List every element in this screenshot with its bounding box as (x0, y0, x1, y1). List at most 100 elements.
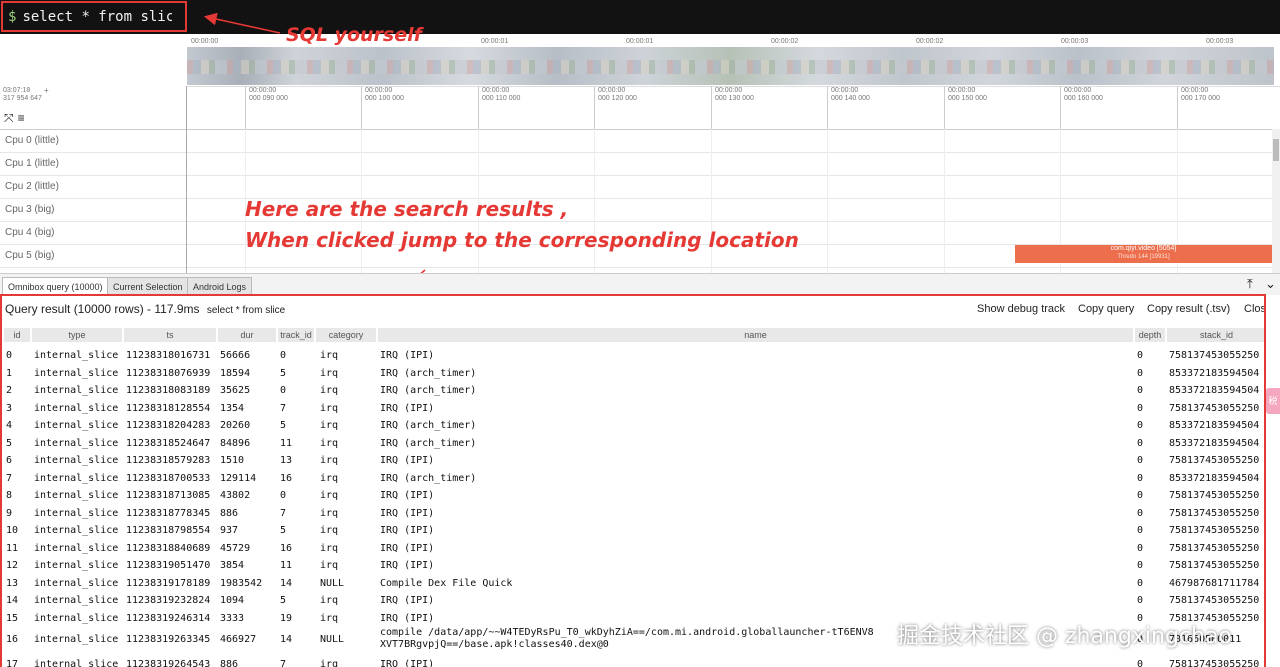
track-cpu2[interactable]: Cpu 2 (little) (0, 175, 1272, 199)
overview-tick: 00:00:01 (481, 38, 509, 45)
cell-name: IRQ (IPI) (380, 659, 435, 667)
show-debug-track-button[interactable]: Show debug track (977, 303, 1065, 315)
column-header-stack-id[interactable]: stack_id (1167, 328, 1264, 342)
table-row[interactable]: 5 internal_slice 11238318524647 84896 11 irq I… (4, 435, 1264, 453)
column-header-track-id[interactable]: track_id (278, 328, 314, 342)
scrollbar-thumb[interactable] (1273, 139, 1279, 161)
cell-depth: 0 (1137, 525, 1144, 536)
collapse-all-icon[interactable]: ⤧ (4, 111, 14, 126)
track-cpu1[interactable]: Cpu 1 (little) (0, 152, 1272, 176)
table-row[interactable]: 9 internal_slice 11238318778345 886 7 irq IRQ … (4, 505, 1264, 523)
track-name: Cpu 5 (big) (5, 250, 55, 261)
tab-omnibox-query[interactable]: Omnibox query (10000) (2, 277, 109, 295)
track-name: Cpu 2 (little) (5, 181, 59, 192)
table-row[interactable]: 8 internal_slice 11238318713085 43802 0 irq IR… (4, 487, 1264, 505)
copy-query-button[interactable]: Copy query (1078, 303, 1134, 315)
cell-stack-id: 758137453055250 (1169, 595, 1260, 606)
cell-dur: 56666 (220, 350, 251, 361)
cell-name: IRQ (IPI) (380, 595, 435, 606)
cell-dur: 937 (220, 525, 239, 536)
cell-track-id: 5 (280, 367, 287, 379)
cell-track-id: 5 (280, 420, 287, 431)
column-header-ts[interactable]: ts (124, 328, 216, 342)
cell-id: 17 (6, 659, 19, 667)
table-row[interactable]: 1 internal_slice 11238318076939 18594 5 irq IR… (4, 365, 1264, 383)
column-header-depth[interactable]: depth (1135, 328, 1165, 342)
cell-type: internal_slice (34, 659, 119, 667)
time-tick: 00:00:00 000 120 000 (594, 86, 637, 129)
column-header-id[interactable]: id (4, 328, 30, 342)
track-name: Cpu 4 (big) (5, 227, 55, 238)
table-row[interactable]: 3 internal_slice 11238318128554 1354 7 irq IRQ… (4, 400, 1264, 418)
copy-result-button[interactable]: Copy result (.tsv) (1147, 303, 1230, 315)
cell-type: internal_slice (34, 612, 119, 624)
table-row[interactable]: 2 internal_slice 11238318083189 35625 0 irq IR… (4, 382, 1264, 400)
cell-dur: 1354 (220, 402, 245, 414)
cell-stack-id: 853372183594504 (1169, 420, 1260, 431)
table-row[interactable]: 6 internal_slice 11238318579283 1510 13 irq IR… (4, 452, 1264, 470)
omnibox[interactable]: $ (1, 1, 187, 32)
pin-panel-icon[interactable]: ⤒ (1247, 276, 1253, 292)
overview-tick: 00:00:03 (1061, 38, 1089, 45)
cell-category: irq (320, 437, 339, 449)
cell-stack-id: 758137453055250 (1169, 659, 1260, 667)
table-row[interactable]: 4 internal_slice 11238318204283 20260 5 irq IR… (4, 417, 1264, 435)
table-row[interactable]: 11 internal_slice 11238318840689 45729 16 irq… (4, 540, 1264, 558)
cell-name: IRQ (IPI) (380, 507, 435, 519)
track-cpu3[interactable]: Cpu 3 (big) (0, 198, 1272, 222)
cell-stack-id: 758137453055250 (1169, 507, 1260, 519)
omnibox-input[interactable] (22, 8, 173, 25)
cell-category: irq (320, 402, 339, 414)
cell-dur: 35625 (220, 385, 251, 396)
cell-type: internal_slice (34, 490, 119, 501)
cell-stack-id: 758137453055250 (1169, 490, 1260, 501)
track-name: Cpu 3 (big) (5, 204, 55, 215)
table-row[interactable]: 0 internal_slice 11238318016731 56666 0 irq IR… (4, 347, 1264, 365)
track-name: Cpu 0 (little) (5, 135, 59, 146)
table-row[interactable]: 17 internal_slice 11238319264543 886 7 irq IRQ… (4, 656, 1264, 667)
table-row[interactable]: 13 internal_slice 11238319178189 1983542 14 N… (4, 575, 1264, 593)
close-button[interactable]: Close (1244, 303, 1264, 315)
cell-ts: 11238319264543 (126, 659, 211, 667)
table-row[interactable]: 10 internal_slice 11238318798554 937 5 irq IRQ… (4, 522, 1264, 540)
track-cpu0[interactable]: Cpu 0 (little) (0, 129, 1272, 153)
cell-id: 7 (6, 472, 13, 484)
collapse-panel-icon[interactable]: ⌄ (1265, 276, 1276, 292)
column-header-dur[interactable]: dur (218, 328, 276, 342)
cell-id: 14 (6, 595, 19, 606)
cell-id: 4 (6, 420, 13, 431)
column-header-category[interactable]: category (316, 328, 376, 342)
cell-stack-id: 758137453055250 (1169, 402, 1260, 414)
cell-ts: 11238318076939 (126, 367, 211, 379)
cell-ts: 11238319263345 (126, 634, 211, 645)
cell-id: 9 (6, 507, 13, 519)
tab-android-logs[interactable]: Android Logs (187, 277, 253, 295)
side-badge[interactable]: 税 (1266, 388, 1280, 414)
cell-dur: 129114 (220, 472, 257, 484)
cell-track-id: 11 (280, 560, 293, 571)
table-row[interactable]: 7 internal_slice 11238318700533 129114 16 irq… (4, 470, 1264, 488)
tracks-scrollbar[interactable] (1272, 129, 1280, 273)
grid-line (827, 129, 828, 273)
offset-time: 03:07:18 (3, 87, 31, 94)
track-divider (186, 129, 187, 273)
cell-id: 5 (6, 437, 13, 449)
cell-stack-id: 467987681711784 (1169, 577, 1260, 589)
cell-category: irq (320, 659, 339, 667)
list-icon[interactable]: ≡ (18, 111, 25, 126)
cpu-slice[interactable]: com.qiyi.video [5054] Thredo 144 [19931] (1015, 245, 1272, 263)
cell-ts: 11238318798554 (126, 525, 211, 536)
table-row[interactable]: 14 internal_slice 11238319232824 1094 5 irq IR… (4, 592, 1264, 610)
cell-type: internal_slice (34, 595, 119, 606)
cell-ts: 11238318778345 (126, 507, 211, 519)
time-axis: 03:07:18 317 954 647 + ⤧ ≡ 00:00:00 000 0… (0, 86, 1280, 130)
cell-dur: 886 (220, 507, 239, 519)
cell-id: 0 (6, 350, 13, 361)
column-header-name[interactable]: name (378, 328, 1133, 342)
column-header-type[interactable]: type (32, 328, 122, 342)
table-row[interactable]: 12 internal_slice 11238319051470 3854 11 irq I… (4, 557, 1264, 575)
cell-name: IRQ (IPI) (380, 350, 435, 361)
tab-current-selection[interactable]: Current Selection (107, 277, 189, 295)
query-result-panel: Query result (10000 rows) - 117.9ms sele… (0, 294, 1266, 667)
cell-name-continued: XVT7BRgvpjQ==/base.apk!classes40.dex@0 (380, 639, 609, 650)
